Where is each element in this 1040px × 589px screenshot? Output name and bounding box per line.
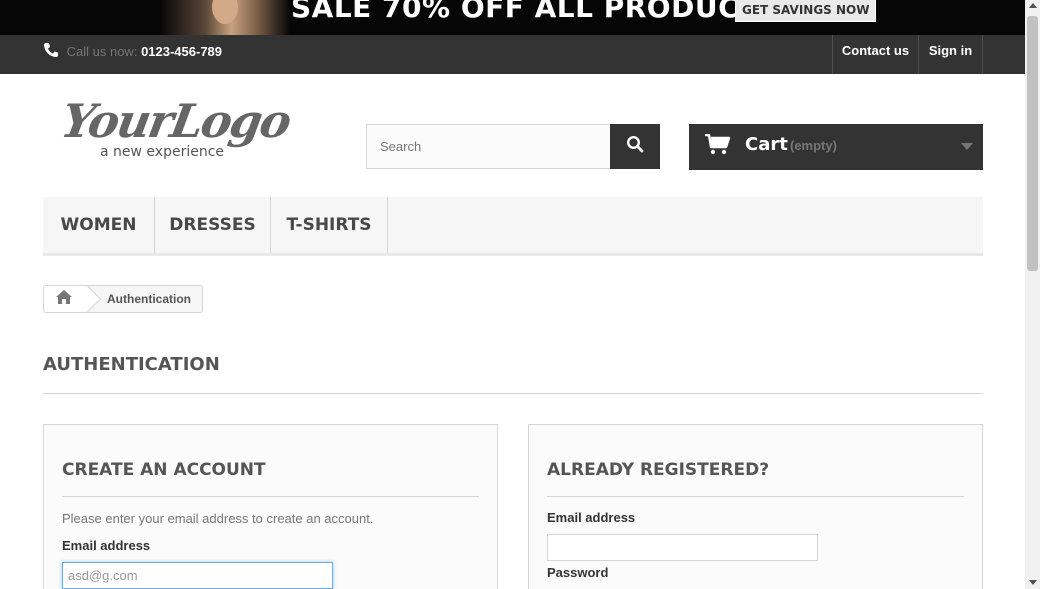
search-input[interactable]	[367, 125, 610, 168]
create-account-title: CREATE AN ACCOUNT	[62, 460, 266, 480]
logo-wordmark: YourLogo	[57, 94, 294, 148]
main-menu: WOMEN DRESSES T-SHIRTS	[43, 197, 983, 256]
scroll-down-arrow-icon[interactable]	[1029, 580, 1037, 585]
promo-model-image	[160, 0, 290, 35]
breadcrumb: Authentication	[43, 285, 203, 313]
login-divider	[547, 496, 964, 497]
top-nav-bar: Call us now: 0123-456-789 Contact us Sig…	[0, 35, 1025, 74]
contact-us-link[interactable]: Contact us	[832, 35, 918, 74]
sign-in-link[interactable]: Sign in	[918, 35, 983, 74]
login-password-label: Password	[547, 565, 609, 580]
search-button[interactable]	[610, 124, 660, 169]
create-email-label: Email address	[62, 538, 151, 553]
cart-button[interactable]: Cart (empty)	[689, 124, 983, 170]
login-email-label: Email address	[547, 510, 636, 525]
call-us: Call us now: 0123-456-789	[43, 42, 222, 59]
cart-status: (empty)	[790, 138, 837, 153]
search-box	[366, 124, 660, 169]
get-savings-button[interactable]: GET SAVINGS NOW	[735, 0, 877, 22]
menu-item-tshirts[interactable]: T-SHIRTS	[271, 197, 388, 253]
logo-tagline: a new experience	[100, 144, 225, 160]
login-title: ALREADY REGISTERED?	[547, 460, 770, 480]
search-icon	[626, 135, 644, 158]
login-email-input[interactable]	[547, 534, 818, 561]
breadcrumb-home-link[interactable]	[44, 286, 84, 312]
home-icon	[56, 289, 72, 309]
menu-item-women[interactable]: WOMEN	[43, 197, 155, 253]
shopping-cart-icon	[705, 133, 731, 161]
breadcrumb-current: Authentication	[107, 292, 191, 306]
promo-banner[interactable]: SALE 70% OFF ALL PRODUCTS GET SAVINGS NO…	[0, 0, 1025, 35]
page-title: AUTHENTICATION	[43, 354, 220, 375]
create-email-input[interactable]	[62, 562, 333, 589]
scroll-thumb[interactable]	[1027, 16, 1038, 271]
phone-icon	[43, 43, 67, 59]
create-account-form: CREATE AN ACCOUNT Please enter your emai…	[43, 424, 498, 589]
create-account-divider	[62, 496, 479, 497]
menu-item-dresses[interactable]: DRESSES	[155, 197, 271, 253]
caret-down-icon	[961, 143, 973, 150]
login-form: ALREADY REGISTERED? Email address Passwo…	[528, 424, 983, 589]
page-scrollbar[interactable]	[1025, 0, 1040, 589]
phone-number: 0123-456-789	[141, 44, 223, 59]
page-title-divider	[43, 393, 983, 394]
store-logo[interactable]: YourLogo a new experience	[57, 94, 307, 164]
create-account-description: Please enter your email address to creat…	[62, 511, 374, 526]
call-label: Call us now:	[66, 44, 138, 59]
promo-text: SALE 70% OFF ALL PRODUCTS	[291, 0, 780, 24]
cart-label: Cart	[745, 134, 788, 155]
scroll-up-arrow-icon[interactable]	[1029, 3, 1037, 8]
